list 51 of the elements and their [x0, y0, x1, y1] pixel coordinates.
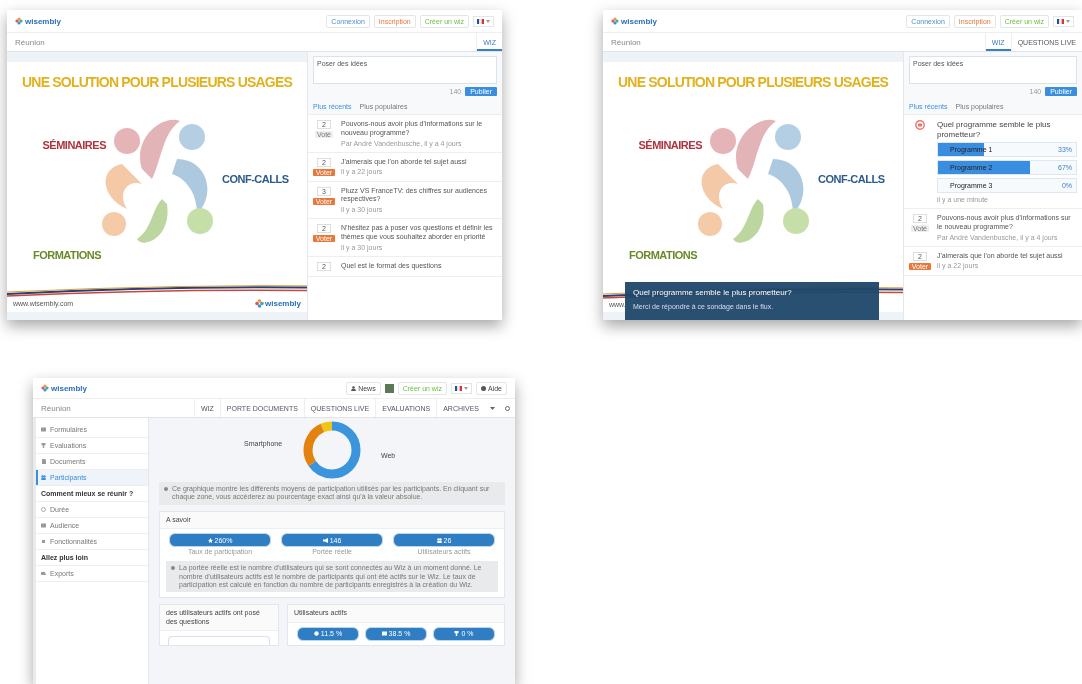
caret-icon [1066, 19, 1070, 23]
brand-name: wisembly [25, 16, 61, 26]
flower-logo-icon [611, 17, 619, 25]
grid-icon [41, 427, 46, 432]
users-icon [41, 475, 46, 480]
slide-heading: UNE SOLUTION POUR PLUSIEURS USAGES [22, 74, 292, 90]
megaphone-icon [322, 537, 328, 543]
page-title: Réunion [41, 403, 71, 413]
donut-chart [302, 420, 362, 480]
trophy-icon [454, 631, 460, 637]
flag-icon [1057, 18, 1064, 24]
caret-icon [490, 406, 495, 410]
flower-logo-icon [41, 384, 49, 392]
brand-name: wisembly [51, 383, 87, 393]
slide-label: SÉMINAIRES [638, 139, 702, 151]
page-title: Réunion [15, 37, 45, 47]
caret-icon [464, 386, 468, 390]
slide-label: FORMATIONS [32, 249, 102, 261]
notification-title: Quel programme semble le plus prometteur? [633, 288, 793, 297]
brand-name: wisembly [621, 16, 657, 26]
info-icon [164, 487, 168, 491]
flag-icon [455, 385, 462, 391]
settings-icon [505, 405, 510, 411]
language-dropdown[interactable] [473, 15, 494, 27]
star-icon [207, 537, 213, 543]
help-icon [481, 385, 486, 391]
clock-icon [313, 631, 319, 637]
flag-icon [477, 18, 484, 24]
caret-icon [486, 19, 490, 23]
slide-brand-name: wisembly [265, 299, 301, 308]
poll-icon [915, 120, 925, 130]
slide-label: CONF-CALLS [818, 172, 886, 185]
language-dropdown[interactable] [1053, 15, 1074, 27]
trophy-icon [41, 443, 46, 448]
info-icon [171, 566, 175, 571]
language-dropdown[interactable] [451, 382, 472, 394]
avatar-image[interactable] [384, 383, 394, 393]
document-icon [41, 459, 46, 464]
page-title: Réunion [611, 37, 641, 47]
clock-icon [41, 507, 46, 512]
slide-label: SÉMINAIRES [42, 139, 106, 151]
slide-label: FORMATIONS [628, 249, 698, 261]
user-icon [351, 385, 357, 391]
slide-heading: UNE SOLUTION POUR PLUSIEURS USAGES [618, 74, 888, 90]
flower-logo-icon [255, 299, 264, 308]
grid-icon [41, 523, 46, 528]
slide-label: CONF-CALLS [222, 172, 290, 185]
users-icon [436, 537, 442, 543]
grid-icon [381, 631, 387, 637]
poll-question: Quel programme semble le plus prometteur? [937, 120, 1052, 140]
flower-logo-icon [15, 17, 23, 25]
